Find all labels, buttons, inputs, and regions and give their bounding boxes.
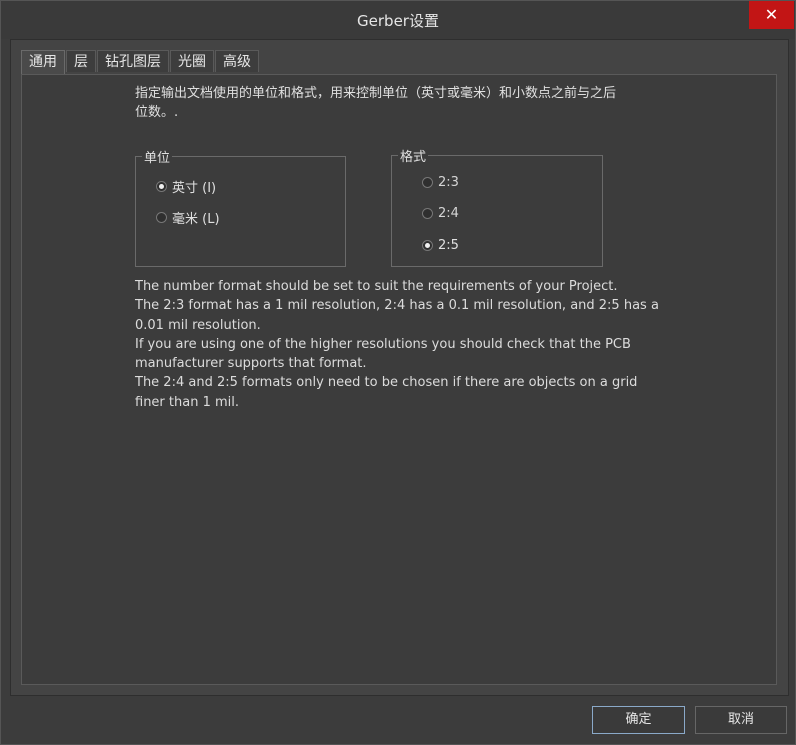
units-mm-label: 毫米 (L) xyxy=(172,212,220,227)
units-inch-radio[interactable]: 英寸 (I) xyxy=(156,177,216,196)
radio-button-icon[interactable] xyxy=(422,177,433,188)
radio-button-icon[interactable] xyxy=(156,181,167,192)
format-info-text: The number format should be set to suit … xyxy=(135,277,659,412)
format-group: 格式 2:3 2:4 2:5 xyxy=(391,146,603,267)
tab-drill-drawing[interactable]: 钻孔图层 xyxy=(97,50,169,72)
close-button[interactable]: ✕ xyxy=(749,1,794,29)
description-line: 位数。. xyxy=(135,105,179,120)
info-line: The 2:3 format has a 1 mil resolution, 2… xyxy=(135,298,659,314)
format-2-3-radio[interactable]: 2:3 xyxy=(422,175,459,190)
info-line: manufacturer supports that format. xyxy=(135,356,367,372)
info-line: finer than 1 mil. xyxy=(135,394,239,410)
tab-advanced[interactable]: 高级 xyxy=(215,50,259,72)
general-tab-panel: 指定输出文档使用的单位和格式，用来控制单位（英寸或毫米）和小数点之前与之后 位数… xyxy=(21,74,777,685)
description-text: 指定输出文档使用的单位和格式，用来控制单位（英寸或毫米）和小数点之前与之后 位数… xyxy=(135,84,675,122)
cancel-button[interactable]: 取消 xyxy=(695,706,787,734)
format-2-4-label: 2:4 xyxy=(438,206,459,221)
units-mm-radio[interactable]: 毫米 (L) xyxy=(156,208,220,227)
info-line: The 2:4 and 2:5 formats only need to be … xyxy=(135,375,638,391)
dialog-body: 通用 层 钻孔图层 光圈 高级 指定输出文档使用的单位和格式，用来控制单位（英寸… xyxy=(10,39,789,696)
tab-general[interactable]: 通用 xyxy=(21,50,65,74)
radio-button-icon[interactable] xyxy=(156,212,167,223)
format-2-5-label: 2:5 xyxy=(438,238,459,253)
info-line: 0.01 mil resolution. xyxy=(135,317,261,333)
tab-apertures[interactable]: 光圈 xyxy=(170,50,214,72)
close-icon: ✕ xyxy=(764,5,779,24)
gerber-settings-dialog: Gerber设置 ✕ 通用 层 钻孔图层 光圈 高级 指定输出文档使用的单位和格… xyxy=(0,0,796,745)
description-line: 指定输出文档使用的单位和格式，用来控制单位（英寸或毫米）和小数点之前与之后 xyxy=(135,86,617,101)
title-bar[interactable]: Gerber设置 ✕ xyxy=(1,1,795,39)
format-2-5-radio[interactable]: 2:5 xyxy=(422,238,459,253)
format-2-4-radio[interactable]: 2:4 xyxy=(422,206,459,221)
units-inch-label: 英寸 (I) xyxy=(172,181,217,196)
radio-button-icon[interactable] xyxy=(422,208,433,219)
tab-strip: 通用 层 钻孔图层 光圈 高级 xyxy=(21,50,260,74)
dialog-title: Gerber设置 xyxy=(357,12,439,30)
radio-button-icon[interactable] xyxy=(422,240,433,251)
format-group-label: 格式 xyxy=(398,146,429,165)
units-group-label: 单位 xyxy=(142,147,173,166)
tab-layers[interactable]: 层 xyxy=(66,50,96,72)
info-line: If you are using one of the higher resol… xyxy=(135,336,631,352)
units-group: 单位 英寸 (I) 毫米 (L) xyxy=(135,147,346,267)
info-line: The number format should be set to suit … xyxy=(135,279,618,294)
format-2-3-label: 2:3 xyxy=(438,175,459,190)
ok-button[interactable]: 确定 xyxy=(592,706,685,734)
